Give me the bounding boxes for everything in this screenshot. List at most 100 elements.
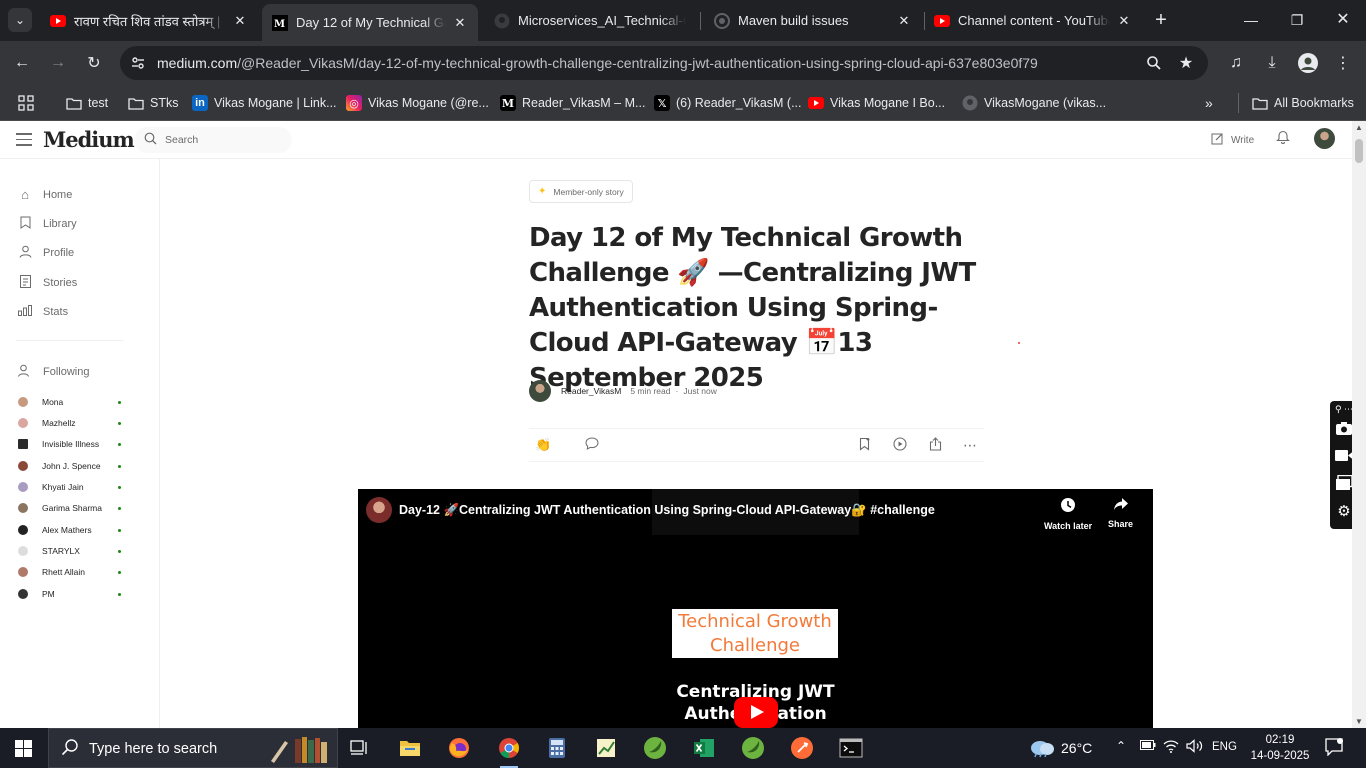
media-controls-icon[interactable]: ♫: [1224, 51, 1248, 75]
address-bar[interactable]: medium.com/@Reader_VikasM/day-12-of-my-t…: [120, 46, 1208, 80]
terminal-icon[interactable]: [839, 736, 863, 760]
calculator-icon[interactable]: [545, 736, 569, 760]
settings-gear-icon[interactable]: ⚙: [1334, 502, 1354, 520]
all-bookmarks[interactable]: All Bookmarks: [1252, 93, 1354, 113]
weather-cloud-icon[interactable]: [1028, 736, 1056, 761]
more-options-icon[interactable]: ⋯: [963, 437, 977, 454]
video-title[interactable]: Day-12 🚀Centralizing JWT Authentication …: [399, 503, 935, 518]
system-clock[interactable]: 02:19 14-09-2025: [1249, 732, 1311, 764]
file-explorer-icon[interactable]: [398, 736, 422, 760]
bookmark-star-icon[interactable]: ★: [1174, 51, 1198, 75]
spring-boot-icon[interactable]: [741, 736, 765, 760]
notifications-bell-icon[interactable]: [1276, 129, 1290, 147]
windows-start-icon[interactable]: [15, 740, 32, 757]
scroll-up-arrow-icon[interactable]: ▲: [1354, 123, 1364, 132]
scrollbar-thumb[interactable]: [1355, 139, 1363, 163]
user-avatar[interactable]: [1314, 128, 1335, 149]
nav-stories[interactable]: Stories: [17, 275, 77, 291]
following-item[interactable]: Khyati Jain: [18, 482, 121, 492]
channel-avatar[interactable]: [366, 497, 392, 523]
author-avatar[interactable]: [529, 380, 551, 402]
minimize-button[interactable]: —: [1228, 8, 1274, 32]
bookmark-medium[interactable]: M Reader_VikasM – M...: [500, 93, 645, 113]
tab-medium-article[interactable]: M Day 12 of My Technical Grow ✕: [262, 4, 478, 41]
youtube-embed[interactable]: Day-12 🚀Centralizing JWT Authentication …: [358, 489, 1153, 728]
share-icon[interactable]: [929, 437, 942, 454]
nav-stats[interactable]: Stats: [17, 304, 68, 319]
excel-icon[interactable]: [692, 736, 716, 760]
window-capture-icon[interactable]: [1334, 474, 1354, 495]
bookmark-linkedin[interactable]: in Vikas Mogane | Link...: [192, 93, 337, 113]
watch-later-button[interactable]: Watch later: [1044, 497, 1092, 531]
nav-library[interactable]: Library: [17, 216, 77, 232]
profile-avatar[interactable]: [1296, 51, 1320, 75]
bookmark-test[interactable]: test: [66, 93, 108, 113]
bookmark-stks[interactable]: STks: [128, 93, 178, 113]
share-video-button[interactable]: Share: [1108, 497, 1133, 529]
pin-tools-icon[interactable]: ⚲ ⋯: [1334, 404, 1354, 415]
wifi-icon[interactable]: [1163, 739, 1179, 756]
following-item[interactable]: Rhett Allain: [18, 567, 121, 577]
volume-icon[interactable]: [1186, 739, 1204, 756]
nav-following[interactable]: Following: [17, 364, 89, 380]
following-item[interactable]: STARYLX: [18, 546, 121, 556]
scroll-down-arrow-icon[interactable]: ▼: [1354, 717, 1364, 726]
site-info-icon[interactable]: [130, 55, 146, 71]
downloads-icon[interactable]: ⤓: [1260, 51, 1284, 75]
notifications-icon[interactable]: [1325, 738, 1343, 759]
menu-icon[interactable]: [16, 133, 32, 147]
close-tab-icon[interactable]: ✕: [232, 13, 248, 29]
zoom-icon[interactable]: [1142, 51, 1166, 75]
close-tab-icon[interactable]: ✕: [452, 15, 468, 31]
bookmark-x[interactable]: 𝕏 (6) Reader_VikasM (...: [654, 93, 802, 113]
close-tab-icon[interactable]: ✕: [896, 13, 912, 29]
video-record-icon[interactable]: [1334, 449, 1354, 466]
listen-play-icon[interactable]: [893, 437, 907, 454]
tab-shiv-tandav[interactable]: रावण रचित शिव तांडव स्तोत्रम् | S ✕: [40, 6, 258, 35]
save-bookmark-icon[interactable]: [859, 437, 871, 454]
chrome-menu-icon[interactable]: ⋮: [1331, 51, 1355, 75]
spring-tool-suite-icon[interactable]: [643, 736, 667, 760]
following-item[interactable]: John J. Spence: [18, 461, 121, 471]
taskbar-search-input[interactable]: Type here to search: [48, 728, 338, 768]
more-bookmarks-icon[interactable]: »: [1205, 93, 1213, 113]
forward-button[interactable]: →: [46, 51, 70, 75]
following-item[interactable]: Mazhellz: [18, 418, 121, 428]
write-button[interactable]: Write: [1211, 132, 1254, 148]
comment-icon[interactable]: [585, 437, 599, 453]
close-window-button[interactable]: ✕: [1320, 8, 1366, 32]
nav-home[interactable]: ⌂ Home: [17, 187, 72, 202]
language-indicator[interactable]: ENG: [1212, 741, 1237, 753]
following-item[interactable]: Invisible Illness: [18, 439, 121, 449]
back-button[interactable]: ←: [10, 51, 34, 75]
following-item[interactable]: Alex Mathers: [18, 525, 121, 535]
battery-icon[interactable]: [1140, 739, 1156, 753]
tab-search-button[interactable]: ⌄: [8, 8, 32, 32]
weather-temp[interactable]: 26°C: [1061, 740, 1092, 756]
clap-icon[interactable]: 👏: [535, 437, 551, 453]
tab-youtube-studio[interactable]: Channel content - YouTube S ✕: [924, 6, 1142, 35]
firefox-icon[interactable]: [447, 736, 471, 760]
restore-button[interactable]: ❐: [1274, 8, 1320, 32]
reload-button[interactable]: ↻: [82, 51, 106, 75]
tab-chatgpt[interactable]: Maven build issues ✕: [704, 6, 922, 35]
postman-icon[interactable]: [790, 736, 814, 760]
author-name[interactable]: Reader_VikasM: [561, 386, 621, 396]
following-item[interactable]: Garima Sharma: [18, 503, 121, 513]
bookmark-instagram[interactable]: ◎ Vikas Mogane (@re...: [346, 93, 489, 113]
camera-icon[interactable]: [1334, 421, 1354, 440]
bookmark-github[interactable]: VikasMogane (vikas...: [962, 93, 1106, 113]
nav-profile[interactable]: Profile: [17, 245, 74, 261]
chrome-icon[interactable]: [497, 736, 521, 768]
tab-github-repo[interactable]: Microservices_AI_Technical-C: [484, 6, 696, 35]
notepad-chart-icon[interactable]: [594, 736, 618, 760]
close-tab-icon[interactable]: ✕: [1116, 13, 1132, 29]
apps-grid-icon[interactable]: [18, 93, 34, 113]
following-item[interactable]: PM: [18, 589, 121, 599]
show-hidden-icons-chevron-icon[interactable]: ⌃: [1116, 739, 1126, 753]
play-button[interactable]: [734, 697, 778, 728]
task-view-icon[interactable]: [348, 736, 372, 760]
bookmark-youtube[interactable]: Vikas Mogane I Bo...: [808, 93, 945, 113]
page-scrollbar[interactable]: ▲ ▼: [1352, 121, 1366, 728]
medium-logo[interactable]: Medium: [43, 127, 135, 152]
